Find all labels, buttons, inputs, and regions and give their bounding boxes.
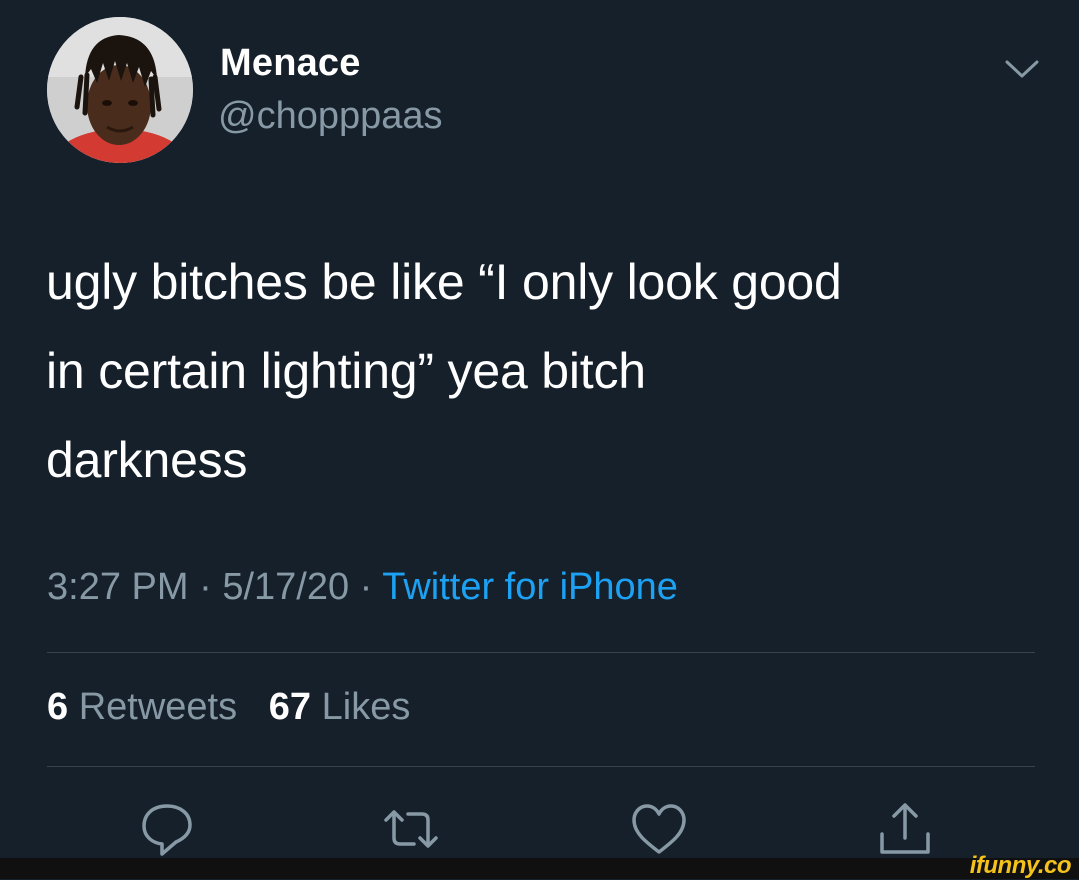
meta-separator: · bbox=[349, 566, 383, 608]
tweet-metadata: 3:27 PM · 5/17/20 · Twitter for iPhone bbox=[47, 566, 678, 609]
avatar[interactable] bbox=[47, 17, 193, 163]
user-handle[interactable]: @chopppaas bbox=[218, 95, 443, 138]
divider bbox=[47, 766, 1035, 767]
divider bbox=[47, 652, 1035, 653]
bottom-bar bbox=[0, 858, 1079, 879]
retweets-stat[interactable]: 6 Retweets bbox=[47, 686, 237, 728]
like-icon[interactable] bbox=[628, 798, 690, 860]
tweet-time[interactable]: 3:27 PM bbox=[47, 566, 189, 608]
share-icon[interactable] bbox=[874, 798, 936, 860]
tweet-date[interactable]: 5/17/20 bbox=[222, 566, 349, 608]
likes-count: 67 bbox=[268, 686, 312, 728]
chevron-down-icon[interactable] bbox=[1002, 54, 1042, 84]
likes-stat[interactable]: 67 Likes bbox=[269, 686, 411, 728]
retweets-count: 6 bbox=[47, 686, 69, 728]
likes-label: Likes bbox=[321, 686, 411, 728]
retweets-label: Retweets bbox=[78, 686, 238, 728]
tweet-text: ugly bitches be like “I only look good i… bbox=[46, 238, 1036, 505]
tweet-source-link[interactable]: Twitter for iPhone bbox=[382, 566, 678, 608]
tweet-line: in certain lighting” yea bitch bbox=[46, 343, 646, 399]
meta-separator: · bbox=[188, 566, 223, 608]
tweet-line: darkness bbox=[46, 432, 248, 488]
watermark: ifunny.co bbox=[969, 852, 1072, 879]
reply-icon[interactable] bbox=[136, 798, 198, 860]
tweet-line: ugly bitches be like “I only look good bbox=[46, 254, 842, 310]
display-name[interactable]: Menace bbox=[220, 42, 361, 85]
retweet-icon[interactable] bbox=[380, 798, 442, 860]
tweet-stats: 6 Retweets 67 Likes bbox=[47, 686, 410, 729]
